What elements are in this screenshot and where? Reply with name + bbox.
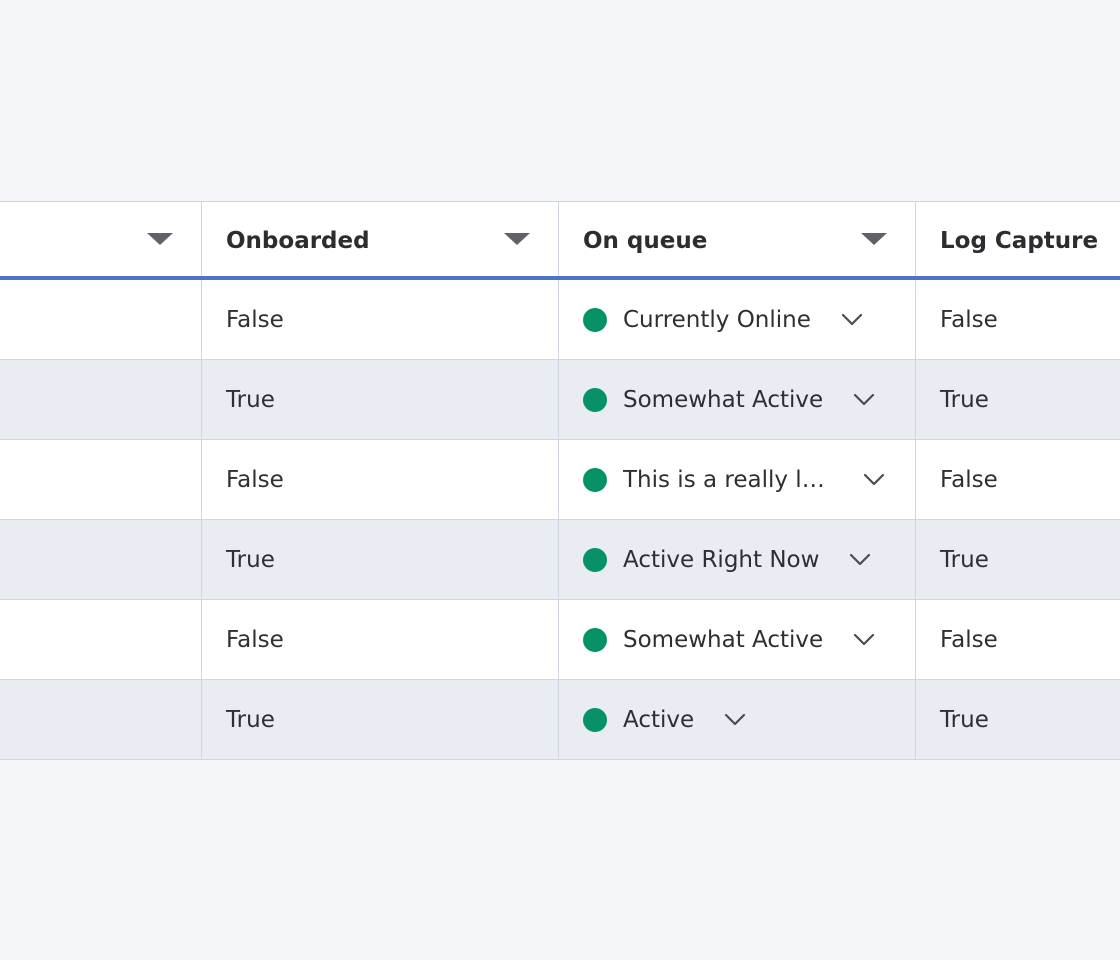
cell-name: Woods xyxy=(0,520,202,599)
onboarded-value: False xyxy=(226,626,284,653)
column-header-log-capture-label: Log Capture xyxy=(940,228,1099,254)
sort-caret-icon[interactable] xyxy=(504,233,530,245)
cell-on-queue: Active Right Now xyxy=(559,520,916,599)
onboarded-value: True xyxy=(226,546,275,573)
status-dropdown[interactable]: Active Right Now xyxy=(583,547,871,573)
status-dot-icon xyxy=(583,627,607,652)
cell-name: Smith xyxy=(0,440,202,519)
cell-name: Murphy xyxy=(0,360,202,439)
status-dropdown[interactable]: Active xyxy=(583,707,746,733)
status-dot-icon xyxy=(583,547,607,572)
chevron-down-icon[interactable] xyxy=(849,553,871,567)
chevron-down-icon[interactable] xyxy=(724,713,746,727)
onboarded-value: False xyxy=(226,306,284,333)
status-text: Active xyxy=(623,706,695,733)
cell-on-queue: Active xyxy=(559,680,916,759)
table-viewport: Onboarded On queue Log Capture Smith Fal… xyxy=(0,201,1120,761)
column-header-onboarded-label: Onboarded xyxy=(226,228,370,254)
cell-onboarded: False xyxy=(202,440,559,519)
status-dot-icon xyxy=(583,387,607,412)
cell-name: Draper xyxy=(0,680,202,759)
chevron-down-icon[interactable] xyxy=(853,633,875,647)
cell-log-capture: False xyxy=(916,600,1120,679)
table-row: Smith False Currently Online False xyxy=(0,280,1120,360)
table-row: Draper True Active True xyxy=(0,680,1120,760)
log-capture-value: True xyxy=(940,546,989,573)
cell-name: Smith xyxy=(0,280,202,359)
cell-onboarded: False xyxy=(202,280,559,359)
cell-on-queue: This is a really lon... xyxy=(559,440,916,519)
agents-table: Onboarded On queue Log Capture Smith Fal… xyxy=(0,201,1120,760)
cell-on-queue: Somewhat Active xyxy=(559,360,916,439)
log-capture-value: False xyxy=(940,466,998,493)
cell-log-capture: True xyxy=(916,520,1120,599)
status-dropdown[interactable]: Currently Online xyxy=(583,307,863,333)
cell-log-capture: True xyxy=(916,680,1120,759)
column-header-on-queue-label: On queue xyxy=(583,228,708,254)
cell-on-queue: Currently Online xyxy=(559,280,916,359)
log-capture-value: True xyxy=(940,706,989,733)
status-dropdown[interactable]: Somewhat Active xyxy=(583,627,875,653)
cell-log-capture: True xyxy=(916,360,1120,439)
cell-log-capture: False xyxy=(916,280,1120,359)
status-text: This is a really lon... xyxy=(623,466,833,493)
status-text: Somewhat Active xyxy=(623,386,824,413)
sort-caret-icon[interactable] xyxy=(861,233,887,245)
sort-caret-icon[interactable] xyxy=(147,233,173,245)
status-text: Currently Online xyxy=(623,306,811,333)
chevron-down-icon[interactable] xyxy=(853,393,875,407)
table-row: Woods True Active Right Now True xyxy=(0,520,1120,600)
cell-onboarded: False xyxy=(202,600,559,679)
status-dot-icon xyxy=(583,707,607,732)
onboarded-value: True xyxy=(226,706,275,733)
table-body: Smith False Currently Online False Murph… xyxy=(0,280,1120,760)
column-header-log-capture[interactable]: Log Capture xyxy=(916,202,1120,276)
cell-on-queue: Somewhat Active xyxy=(559,600,916,679)
onboarded-value: True xyxy=(226,386,275,413)
table-row: Murphy True Somewhat Active True xyxy=(0,360,1120,440)
status-text: Somewhat Active xyxy=(623,626,824,653)
log-capture-value: True xyxy=(940,386,989,413)
table-header-row: Onboarded On queue Log Capture xyxy=(0,202,1120,280)
table-row: Smith False This is a really lon... Fals… xyxy=(0,440,1120,520)
column-header-on-queue[interactable]: On queue xyxy=(559,202,916,276)
cell-onboarded: True xyxy=(202,520,559,599)
status-dot-icon xyxy=(583,467,607,492)
chevron-down-icon[interactable] xyxy=(863,473,885,487)
status-dot-icon xyxy=(583,307,607,332)
log-capture-value: False xyxy=(940,306,998,333)
table-row: Smith False Somewhat Active False xyxy=(0,600,1120,680)
status-dropdown[interactable]: This is a really lon... xyxy=(583,467,885,493)
column-header-name[interactable] xyxy=(0,202,202,276)
cell-name: Smith xyxy=(0,600,202,679)
column-header-onboarded[interactable]: Onboarded xyxy=(202,202,559,276)
log-capture-value: False xyxy=(940,626,998,653)
status-text: Active Right Now xyxy=(623,546,820,573)
chevron-down-icon[interactable] xyxy=(841,313,863,327)
cell-onboarded: True xyxy=(202,360,559,439)
cell-onboarded: True xyxy=(202,680,559,759)
cell-log-capture: False xyxy=(916,440,1120,519)
onboarded-value: False xyxy=(226,466,284,493)
status-dropdown[interactable]: Somewhat Active xyxy=(583,387,875,413)
